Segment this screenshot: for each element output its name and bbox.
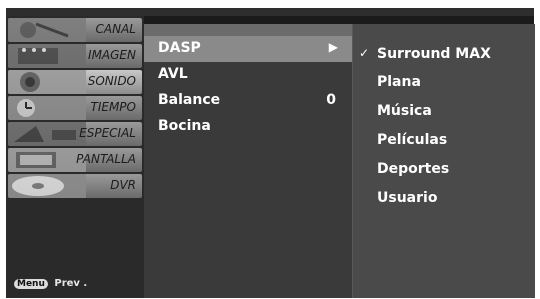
speaker-icon — [8, 70, 86, 94]
category-sonido[interactable]: SONIDO — [8, 70, 142, 94]
category-dvr[interactable]: DVR — [8, 174, 142, 198]
menu-key-icon: Menu — [14, 279, 48, 289]
disc-icon — [8, 174, 86, 198]
option-plana[interactable]: Plana — [377, 74, 421, 90]
prev-label: Prev . — [54, 278, 88, 289]
category-label: TIEMPO — [90, 100, 137, 114]
submenu-item-label: AVL — [158, 66, 188, 82]
category-especial[interactable]: ESPECIAL — [8, 122, 142, 146]
submenu-item-label: DASP — [158, 40, 201, 56]
option-surround-max[interactable]: Surround MAX — [377, 46, 491, 62]
option-peliculas[interactable]: Películas — [377, 132, 447, 148]
arrow-right-icon: ▶ — [328, 40, 338, 54]
dasp-options: ✓ Surround MAX Plana Música Películas De… — [352, 24, 535, 298]
submenu-item-label: Bocina — [158, 118, 211, 134]
category-label: SONIDO — [87, 74, 136, 88]
submenu-item-label: Balance — [158, 92, 221, 108]
category-label: ESPECIAL — [79, 126, 136, 140]
option-deportes[interactable]: Deportes — [377, 161, 449, 177]
submenu-item-balance[interactable]: Balance 0 — [144, 88, 352, 114]
film-icon — [8, 44, 86, 68]
osd-menu: CANAL IMAGEN SONIDO TIEMPO ESPECIAL PANT… — [6, 8, 535, 298]
submenu-item-dasp[interactable]: DASP ▶ — [144, 36, 352, 62]
sound-submenu: DASP ▶ AVL Balance 0 Bocina — [144, 24, 352, 298]
menu-prev-hint: Menu Prev . — [14, 278, 87, 289]
option-usuario[interactable]: Usuario — [377, 190, 437, 206]
category-tiempo[interactable]: TIEMPO — [8, 96, 142, 120]
category-label: PANTALLA — [76, 152, 136, 166]
checkmark-icon: ✓ — [359, 46, 370, 60]
satellite-icon — [8, 18, 86, 42]
screen-icon — [8, 148, 86, 172]
category-column: CANAL IMAGEN SONIDO TIEMPO ESPECIAL PANT… — [6, 16, 144, 298]
category-imagen[interactable]: IMAGEN — [8, 44, 142, 68]
submenu-header — [144, 24, 352, 36]
balance-value: 0 — [326, 92, 336, 108]
category-canal[interactable]: CANAL — [8, 18, 142, 42]
top-bar — [6, 8, 534, 16]
category-label: IMAGEN — [88, 48, 136, 62]
category-pantalla[interactable]: PANTALLA — [8, 148, 142, 172]
category-label: CANAL — [95, 22, 136, 36]
special-icon — [8, 122, 86, 146]
category-label: DVR — [110, 178, 136, 192]
submenu-item-avl[interactable]: AVL — [144, 62, 352, 88]
option-musica[interactable]: Música — [377, 103, 432, 119]
submenu-item-bocina[interactable]: Bocina — [144, 114, 352, 140]
clock-icon — [8, 96, 86, 120]
